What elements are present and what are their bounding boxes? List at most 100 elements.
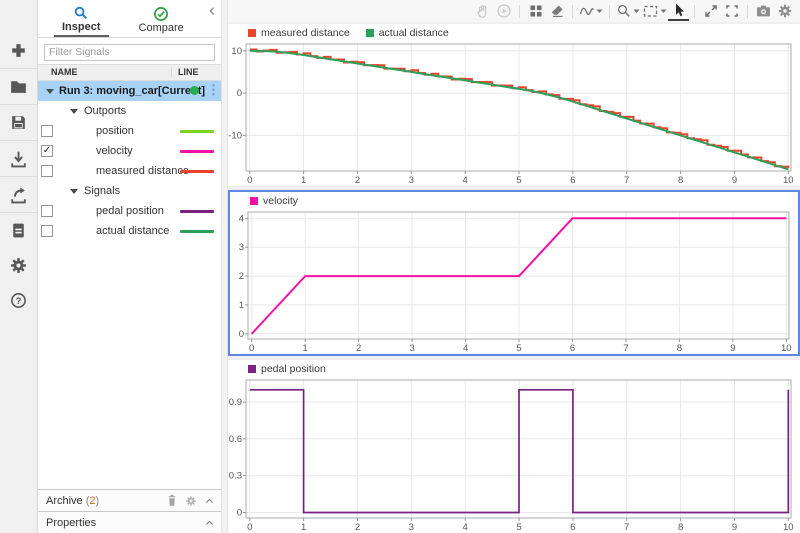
fullscreen-button[interactable]: [721, 1, 742, 21]
delete-archive-button[interactable]: [166, 494, 178, 507]
signal-checkbox-pedal-position[interactable]: [41, 205, 53, 217]
x-tick-label: 6: [570, 522, 575, 533]
zoom-tool-button[interactable]: [615, 1, 641, 21]
open-button[interactable]: [0, 69, 37, 105]
signal-checkbox-position[interactable]: [41, 125, 53, 137]
signal-line-swatch: [180, 130, 214, 133]
save-button[interactable]: [0, 105, 37, 141]
properties-bar[interactable]: Properties: [38, 511, 221, 533]
toolbar-divider: [519, 5, 520, 18]
x-tick-label: 2: [355, 522, 360, 533]
subplot-layout-button[interactable]: [525, 1, 546, 21]
signal-checkbox-velocity[interactable]: ✓: [41, 145, 53, 157]
signal-checkbox-actual-distance[interactable]: [41, 225, 53, 237]
group-row-signals[interactable]: Signals: [38, 181, 221, 201]
chevron-up-icon: [204, 518, 215, 528]
chevron-left-icon: [206, 5, 218, 17]
legend-swatch-measured-distance: [248, 29, 256, 37]
x-tick-label: 10: [783, 175, 794, 186]
fullscreen-brackets-icon: [724, 3, 740, 19]
fit-to-view-button[interactable]: [641, 1, 668, 21]
run-options-menu-icon[interactable]: ⋮: [207, 82, 220, 98]
filter-signals-input[interactable]: [44, 44, 215, 61]
pedal-position-subplot[interactable]: pedal position 0123456789100.90.60.30: [228, 360, 800, 533]
group-row-outports[interactable]: Outports: [38, 101, 221, 121]
preferences-button[interactable]: [0, 248, 37, 283]
plot-settings-button[interactable]: [774, 1, 795, 21]
caret-down-icon[interactable]: [70, 109, 78, 114]
import-button[interactable]: [0, 141, 37, 177]
collapse-panel-button[interactable]: [206, 4, 218, 22]
caret-down-icon[interactable]: [46, 89, 54, 94]
archive-count: (2): [83, 495, 100, 507]
tab-compare[interactable]: Compare: [131, 0, 192, 37]
signal-line-swatch: [180, 210, 214, 213]
simulation-data-inspector-window: ? Inspect Compare NAME LINE Run 3: movin…: [0, 0, 800, 533]
tab-compare-label: Compare: [139, 22, 184, 34]
x-tick-label: 0: [249, 343, 254, 354]
column-header-name[interactable]: NAME: [38, 67, 172, 77]
column-header-line[interactable]: LINE: [172, 67, 221, 77]
signal-row-actual-distance[interactable]: actual distance: [38, 221, 221, 241]
archive-bar[interactable]: Archive (2): [38, 489, 221, 511]
y-tick-label: 0.6: [229, 434, 242, 445]
y-tick-label: 10: [231, 46, 242, 57]
run-row-run-3-moving-car-current-[interactable]: Run 3: moving_car[Current]⋮: [38, 81, 221, 101]
create-report-button[interactable]: [0, 213, 37, 248]
row-label: Signals: [38, 185, 120, 197]
x-tick-label: 1: [303, 343, 308, 354]
gear-icon: [777, 3, 793, 19]
signal-row-position[interactable]: position: [38, 121, 221, 141]
pointer-tool-button[interactable]: [668, 1, 689, 21]
x-tick-label: 0: [247, 175, 252, 186]
export-button[interactable]: [0, 177, 37, 213]
plot-toolbar: [228, 0, 800, 22]
caret-down-icon[interactable]: [70, 189, 78, 194]
legend-label-measured-distance[interactable]: measured distance: [261, 27, 350, 39]
y-tick-label: 0.3: [229, 471, 242, 482]
legend-label-pedal-position[interactable]: pedal position: [261, 363, 326, 375]
archive-collapse-button[interactable]: [204, 496, 215, 506]
x-tick-label: 7: [623, 343, 628, 354]
signal-tree: Run 3: moving_car[Current]⋮Outportsposit…: [38, 81, 221, 241]
velocity-legend: velocity: [230, 192, 798, 209]
x-tick-label: 9: [732, 175, 737, 186]
pan-tool-button[interactable]: [472, 1, 493, 21]
signal-line-swatch: [180, 170, 214, 173]
tab-inspect-label: Inspect: [62, 21, 101, 33]
signal-checkbox-measured-distance[interactable]: [41, 165, 53, 177]
help-button[interactable]: ?: [0, 283, 37, 318]
snapshot-button[interactable]: [753, 1, 774, 21]
velocity-plot-area[interactable]: 01234567891043210: [230, 209, 798, 354]
legend-label-actual-distance[interactable]: actual distance: [379, 27, 449, 39]
plot-region: measured distance actual distance 012345…: [228, 0, 800, 533]
distance-legend: measured distance actual distance: [228, 24, 800, 41]
maximize-button[interactable]: [700, 1, 721, 21]
signal-row-pedal-position[interactable]: pedal position: [38, 201, 221, 221]
pedal-plot-area[interactable]: 0123456789100.90.60.30: [228, 377, 800, 533]
add-button[interactable]: [0, 33, 37, 69]
properties-collapse-button[interactable]: [204, 518, 215, 528]
save-icon: [9, 113, 28, 132]
y-tick-label: 0.9: [229, 397, 242, 408]
velocity-subplot-selected[interactable]: velocity 01234567891043210: [228, 190, 800, 356]
plus-icon: [9, 41, 28, 60]
chevron-up-icon: [204, 496, 215, 506]
x-tick-label: 5: [516, 343, 521, 354]
legend-label-velocity[interactable]: velocity: [263, 195, 298, 207]
camera-icon: [755, 3, 772, 19]
trash-icon: [166, 494, 178, 507]
replay-button[interactable]: [493, 1, 514, 21]
clear-subplots-button[interactable]: [546, 1, 567, 21]
x-tick-label: 9: [732, 522, 737, 533]
archive-settings-button[interactable]: [185, 495, 197, 507]
tab-inspect[interactable]: Inspect: [54, 0, 109, 37]
signal-row-velocity[interactable]: ✓velocity: [38, 141, 221, 161]
signal-line-swatch: [180, 230, 214, 233]
distance-subplot[interactable]: measured distance actual distance 012345…: [228, 24, 800, 186]
signal-trace-options-button[interactable]: [578, 1, 604, 21]
distance-plot-area[interactable]: 012345678910100-10: [228, 41, 800, 186]
panel-tabs: Inspect Compare: [38, 0, 221, 38]
x-tick-label: 3: [409, 522, 414, 533]
signal-row-measured-distance[interactable]: measured distance: [38, 161, 221, 181]
